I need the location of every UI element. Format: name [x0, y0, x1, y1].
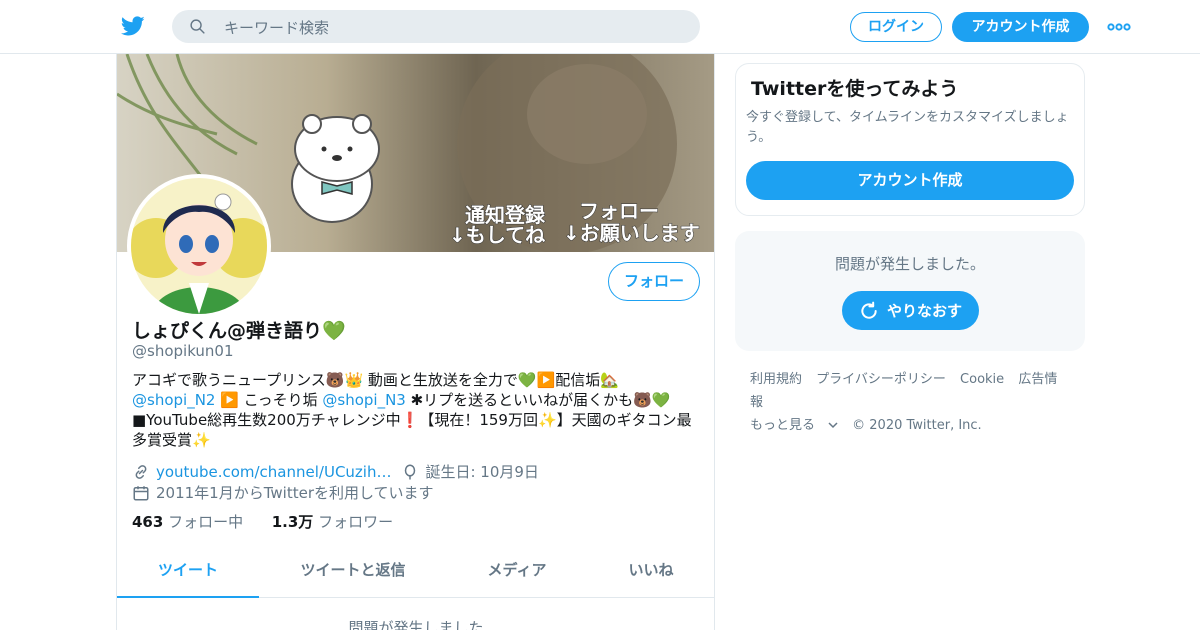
profile-bio: アコギで歌うニュープリンス🐻👑 動画と生放送を全力で💚▶️配信垢🏡 @shopi…	[132, 370, 702, 450]
retry-button[interactable]: やりなおす	[842, 291, 979, 330]
search-icon	[190, 19, 205, 34]
tab-likes[interactable]: いいね	[587, 542, 714, 598]
search-bar[interactable]: キーワード検索	[172, 10, 700, 43]
banner-text-2: ↓もしてね	[449, 223, 545, 247]
signup-card: Twitterを使ってみよう 今すぐ登録して、タイムラインをカスタマイズしましょ…	[735, 63, 1085, 216]
login-button[interactable]: ログイン	[850, 12, 942, 42]
footer-more-link[interactable]: もっと見る	[750, 418, 838, 433]
create-account-button[interactable]: アカウント作成	[746, 161, 1074, 200]
balloon-icon	[405, 464, 416, 479]
avatar[interactable]	[127, 174, 271, 318]
sidebar-error-box: 問題が発生しました。 やりなおす	[735, 231, 1085, 351]
banner-text-3: フォロー	[579, 199, 659, 223]
profile-meta: youtube.com/channel/UCuzih… 誕生日: 10月9日	[132, 461, 539, 482]
profile-name: しょぴくん@弾き語り💚	[132, 320, 346, 342]
error-message: 問題が発生しました。	[834, 255, 985, 273]
footer: 利用規約 プライバシーポリシー Cookie 広告情報 もっと見る © 2020…	[750, 368, 1080, 437]
twitter-logo-icon[interactable]	[120, 14, 146, 38]
footer-copyright: © 2020 Twitter, Inc.	[852, 418, 982, 433]
search-input[interactable]: キーワード検索	[224, 17, 329, 38]
followers-stat[interactable]: 1.3万 フォロワー	[272, 513, 393, 531]
bio-text: アコギで歌うニュープリンス🐻👑 動画と生放送を全力で💚▶️配信垢🏡	[132, 371, 619, 389]
banner-text-4: ↓お願いします	[563, 221, 700, 245]
footer-link-privacy[interactable]: プライバシーポリシー	[816, 372, 946, 387]
signup-card-title: Twitterを使ってみよう	[751, 78, 959, 100]
website-link[interactable]: youtube.com/channel/UCuzih…	[156, 463, 391, 481]
retry-label: やりなおす	[886, 302, 962, 320]
profile-column: 通知登録 ↓もしてね フォロー ↓お願いします フォロー しょぴくん@弾き語り💚	[116, 54, 715, 630]
avatar-image	[131, 178, 267, 314]
chevron-down-icon	[828, 422, 838, 429]
link-icon	[135, 464, 147, 479]
joined-text: 2011年1月からTwitterを利用しています	[156, 484, 434, 502]
bio-text: ▶️ こっそり垢	[215, 391, 323, 409]
timeline-error: 問題が発生しました	[348, 619, 484, 630]
refresh-icon	[861, 301, 877, 319]
bio-mention-link[interactable]: @shopi_N2	[132, 391, 215, 409]
follow-button[interactable]: フォロー	[608, 262, 700, 301]
tab-tweets-replies[interactable]: ツイートと返信	[259, 542, 447, 598]
more-options-icon[interactable]	[1107, 22, 1131, 32]
birthday-text: 誕生日: 10月9日	[425, 463, 539, 481]
footer-link-cookie[interactable]: Cookie	[960, 372, 1004, 387]
tab-tweets[interactable]: ツイート	[117, 542, 259, 598]
follow-stats: 463 フォロー中 1.3万 フォロワー	[132, 511, 393, 532]
following-stat[interactable]: 463 フォロー中	[132, 513, 243, 531]
profile-joined: 2011年1月からTwitterを利用しています	[132, 482, 434, 503]
signup-card-text: 今すぐ登録して、タイムラインをカスタマイズしましょう。	[746, 110, 1069, 145]
calendar-icon	[133, 485, 149, 500]
footer-link-terms[interactable]: 利用規約	[750, 372, 802, 387]
bio-mention-link[interactable]: @shopi_N3	[322, 391, 405, 409]
tab-media[interactable]: メディア	[447, 542, 587, 598]
profile-handle[interactable]: @shopikun01	[132, 342, 234, 360]
signup-button[interactable]: アカウント作成	[952, 12, 1089, 42]
profile-tabs: ツイート ツイートと返信 メディア いいね	[117, 542, 714, 598]
top-navigation: キーワード検索 ログイン アカウント作成	[0, 0, 1200, 54]
